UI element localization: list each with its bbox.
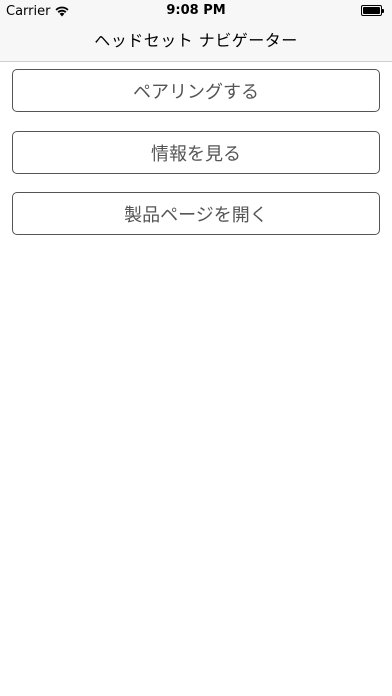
main-content: ペアリングする 情報を見る 製品ページを開く [0, 62, 392, 696]
navigation-bar: ヘッドセット ナビゲーター [0, 22, 392, 62]
page-title: ヘッドセット ナビゲーター [94, 31, 298, 50]
pairing-button[interactable]: ペアリングする [12, 69, 380, 112]
battery-icon [361, 5, 385, 16]
open-product-page-button[interactable]: 製品ページを開く [12, 192, 380, 235]
status-bar: Carrier 9:08 PM [0, 0, 392, 22]
status-time: 9:08 PM [166, 3, 226, 18]
view-info-button[interactable]: 情報を見る [12, 131, 380, 174]
